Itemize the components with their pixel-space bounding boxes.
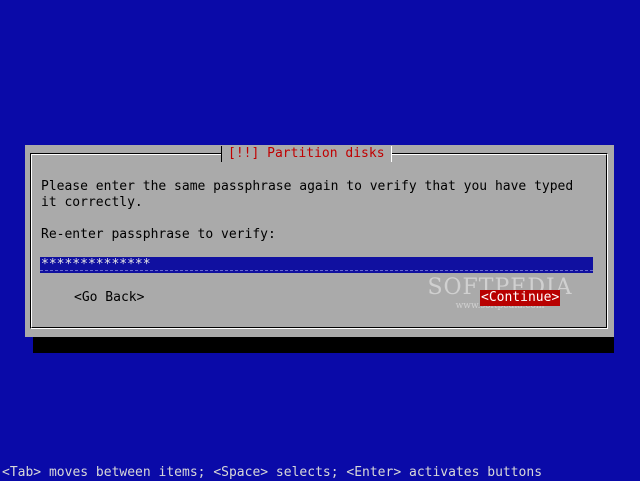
passphrase-value: **************	[41, 257, 151, 272]
continue-button[interactable]: <Continue>	[480, 290, 561, 306]
partition-disks-dialog: [!!] Partition disks Please enter the sa…	[25, 145, 614, 337]
passphrase-input[interactable]: **************	[40, 257, 593, 273]
installer-screen: [!!] Partition disks Please enter the sa…	[0, 0, 640, 480]
go-back-button[interactable]: <Go Back>	[73, 290, 145, 306]
passphrase-prompt: Re-enter passphrase to verify:	[41, 227, 276, 242]
keyboard-help-line: <Tab> moves between items; <Space> selec…	[2, 465, 543, 480]
message-line-2: it correctly.	[41, 195, 143, 210]
dialog-title: [!!] Partition disks	[221, 146, 392, 162]
dialog-shadow	[33, 336, 614, 353]
message-line-1: Please enter the same passphrase again t…	[41, 179, 574, 194]
